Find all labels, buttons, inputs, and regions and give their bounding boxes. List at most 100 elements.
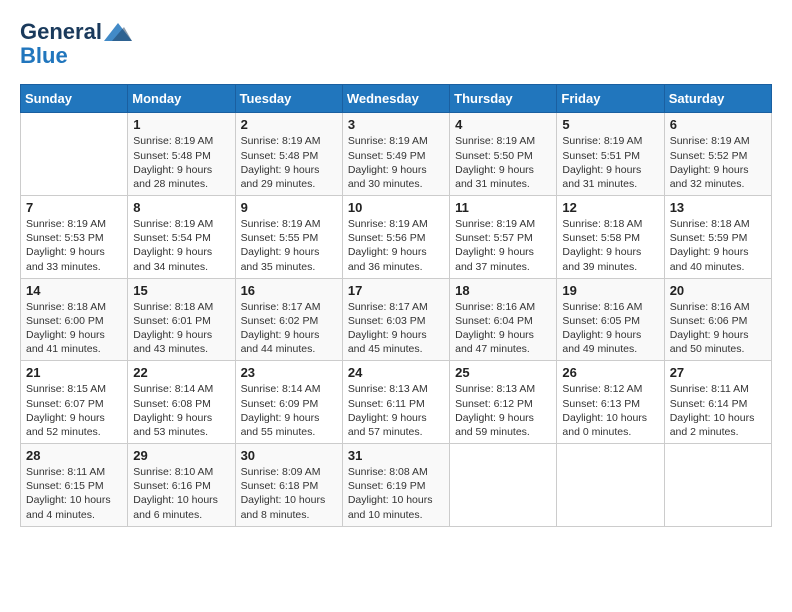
logo-general: General (20, 20, 102, 44)
cell-info: Sunrise: 8:18 AM Sunset: 6:01 PM Dayligh… (133, 300, 229, 357)
weekday-header-cell: Tuesday (235, 85, 342, 113)
day-number: 11 (455, 200, 551, 215)
cell-info: Sunrise: 8:19 AM Sunset: 5:57 PM Dayligh… (455, 217, 551, 274)
day-number: 6 (670, 117, 766, 132)
day-number: 29 (133, 448, 229, 463)
calendar-cell: 28Sunrise: 8:11 AM Sunset: 6:15 PM Dayli… (21, 444, 128, 527)
day-number: 27 (670, 365, 766, 380)
cell-info: Sunrise: 8:19 AM Sunset: 5:48 PM Dayligh… (241, 134, 337, 191)
weekday-header-cell: Sunday (21, 85, 128, 113)
weekday-header-cell: Saturday (664, 85, 771, 113)
calendar-week-row: 14 Sunrise: 8:18 AM Sunset: 6:00 PM Dayli… (21, 278, 772, 361)
day-number: 25 (455, 365, 551, 380)
cell-info: Sunrise: 8:13 AM Sunset: 6:12 PM Dayligh… (455, 382, 551, 439)
calendar-cell: 3 Sunrise: 8:19 AM Sunset: 5:49 PM Daylig… (342, 113, 449, 196)
cell-info: Sunrise: 8:14 AM Sunset: 6:08 PM Dayligh… (133, 382, 229, 439)
calendar-cell: 24Sunrise: 8:13 AM Sunset: 6:11 PM Dayli… (342, 361, 449, 444)
day-number: 3 (348, 117, 444, 132)
cell-info: Sunrise: 8:19 AM Sunset: 5:56 PM Dayligh… (348, 217, 444, 274)
day-number: 13 (670, 200, 766, 215)
calendar-cell: 19Sunrise: 8:16 AM Sunset: 6:05 PM Dayli… (557, 278, 664, 361)
cell-info: Sunrise: 8:13 AM Sunset: 6:11 PM Dayligh… (348, 382, 444, 439)
calendar-cell: 12 Sunrise: 8:18 AM Sunset: 5:58 PM Dayli… (557, 196, 664, 279)
cell-info: Sunrise: 8:17 AM Sunset: 6:03 PM Dayligh… (348, 300, 444, 357)
cell-info: Sunrise: 8:19 AM Sunset: 5:49 PM Dayligh… (348, 134, 444, 191)
calendar-cell: 2 Sunrise: 8:19 AM Sunset: 5:48 PM Daylig… (235, 113, 342, 196)
day-number: 23 (241, 365, 337, 380)
page-header: General Blue (20, 20, 772, 68)
calendar-cell: 26 Sunrise: 8:12 AM Sunset: 6:13 PM Dayli… (557, 361, 664, 444)
day-number: 19 (562, 283, 658, 298)
calendar-cell: 14 Sunrise: 8:18 AM Sunset: 6:00 PM Dayli… (21, 278, 128, 361)
calendar-cell: 8 Sunrise: 8:19 AM Sunset: 5:54 PM Daylig… (128, 196, 235, 279)
day-number: 7 (26, 200, 122, 215)
weekday-header-cell: Thursday (450, 85, 557, 113)
calendar-cell (664, 444, 771, 527)
calendar-cell: 13 Sunrise: 8:18 AM Sunset: 5:59 PM Dayli… (664, 196, 771, 279)
calendar-cell: 10 Sunrise: 8:19 AM Sunset: 5:56 PM Dayli… (342, 196, 449, 279)
cell-info: Sunrise: 8:18 AM Sunset: 5:59 PM Dayligh… (670, 217, 766, 274)
day-number: 16 (241, 283, 337, 298)
cell-info: Sunrise: 8:11 AM Sunset: 6:14 PM Dayligh… (670, 382, 766, 439)
calendar-cell: 27 Sunrise: 8:11 AM Sunset: 6:14 PM Dayli… (664, 361, 771, 444)
day-number: 4 (455, 117, 551, 132)
cell-info: Sunrise: 8:10 AM Sunset: 6:16 PM Dayligh… (133, 465, 229, 522)
calendar-cell (21, 113, 128, 196)
calendar-cell: 18 Sunrise: 8:16 AM Sunset: 6:04 PM Dayli… (450, 278, 557, 361)
calendar-week-row: 28Sunrise: 8:11 AM Sunset: 6:15 PM Dayli… (21, 444, 772, 527)
calendar-table: SundayMondayTuesdayWednesdayThursdayFrid… (20, 84, 772, 526)
calendar-cell: 17Sunrise: 8:17 AM Sunset: 6:03 PM Dayli… (342, 278, 449, 361)
logo: General Blue (20, 20, 132, 68)
day-number: 8 (133, 200, 229, 215)
cell-info: Sunrise: 8:11 AM Sunset: 6:15 PM Dayligh… (26, 465, 122, 522)
cell-info: Sunrise: 8:16 AM Sunset: 6:04 PM Dayligh… (455, 300, 551, 357)
calendar-week-row: 7Sunrise: 8:19 AM Sunset: 5:53 PM Daylig… (21, 196, 772, 279)
day-number: 31 (348, 448, 444, 463)
day-number: 1 (133, 117, 229, 132)
day-number: 26 (562, 365, 658, 380)
cell-info: Sunrise: 8:19 AM Sunset: 5:51 PM Dayligh… (562, 134, 658, 191)
weekday-header-cell: Friday (557, 85, 664, 113)
calendar-cell: 20Sunrise: 8:16 AM Sunset: 6:06 PM Dayli… (664, 278, 771, 361)
day-number: 22 (133, 365, 229, 380)
cell-info: Sunrise: 8:18 AM Sunset: 6:00 PM Dayligh… (26, 300, 122, 357)
calendar-cell: 15Sunrise: 8:18 AM Sunset: 6:01 PM Dayli… (128, 278, 235, 361)
day-number: 21 (26, 365, 122, 380)
calendar-week-row: 1 Sunrise: 8:19 AM Sunset: 5:48 PM Daylig… (21, 113, 772, 196)
day-number: 9 (241, 200, 337, 215)
calendar-body: 1 Sunrise: 8:19 AM Sunset: 5:48 PM Daylig… (21, 113, 772, 526)
day-number: 5 (562, 117, 658, 132)
cell-info: Sunrise: 8:18 AM Sunset: 5:58 PM Dayligh… (562, 217, 658, 274)
cell-info: Sunrise: 8:14 AM Sunset: 6:09 PM Dayligh… (241, 382, 337, 439)
calendar-cell: 9Sunrise: 8:19 AM Sunset: 5:55 PM Daylig… (235, 196, 342, 279)
calendar-cell: 16 Sunrise: 8:17 AM Sunset: 6:02 PM Dayli… (235, 278, 342, 361)
calendar-cell: 1 Sunrise: 8:19 AM Sunset: 5:48 PM Daylig… (128, 113, 235, 196)
weekday-header-cell: Monday (128, 85, 235, 113)
calendar-cell: 11 Sunrise: 8:19 AM Sunset: 5:57 PM Dayli… (450, 196, 557, 279)
cell-info: Sunrise: 8:19 AM Sunset: 5:48 PM Dayligh… (133, 134, 229, 191)
calendar-cell: 31Sunrise: 8:08 AM Sunset: 6:19 PM Dayli… (342, 444, 449, 527)
day-number: 2 (241, 117, 337, 132)
cell-info: Sunrise: 8:16 AM Sunset: 6:06 PM Dayligh… (670, 300, 766, 357)
calendar-cell: 21Sunrise: 8:15 AM Sunset: 6:07 PM Dayli… (21, 361, 128, 444)
cell-info: Sunrise: 8:19 AM Sunset: 5:50 PM Dayligh… (455, 134, 551, 191)
calendar-cell: 29 Sunrise: 8:10 AM Sunset: 6:16 PM Dayli… (128, 444, 235, 527)
calendar-header: SundayMondayTuesdayWednesdayThursdayFrid… (21, 85, 772, 113)
calendar-cell: 4 Sunrise: 8:19 AM Sunset: 5:50 PM Daylig… (450, 113, 557, 196)
cell-info: Sunrise: 8:19 AM Sunset: 5:54 PM Dayligh… (133, 217, 229, 274)
calendar-cell (557, 444, 664, 527)
cell-info: Sunrise: 8:12 AM Sunset: 6:13 PM Dayligh… (562, 382, 658, 439)
day-number: 12 (562, 200, 658, 215)
calendar-cell: 5 Sunrise: 8:19 AM Sunset: 5:51 PM Daylig… (557, 113, 664, 196)
cell-info: Sunrise: 8:09 AM Sunset: 6:18 PM Dayligh… (241, 465, 337, 522)
day-number: 18 (455, 283, 551, 298)
calendar-cell (450, 444, 557, 527)
day-number: 10 (348, 200, 444, 215)
day-number: 30 (241, 448, 337, 463)
logo-blue: Blue (20, 44, 68, 68)
day-number: 14 (26, 283, 122, 298)
cell-info: Sunrise: 8:17 AM Sunset: 6:02 PM Dayligh… (241, 300, 337, 357)
calendar-week-row: 21Sunrise: 8:15 AM Sunset: 6:07 PM Dayli… (21, 361, 772, 444)
calendar-cell: 6Sunrise: 8:19 AM Sunset: 5:52 PM Daylig… (664, 113, 771, 196)
logo-icon (104, 23, 132, 41)
